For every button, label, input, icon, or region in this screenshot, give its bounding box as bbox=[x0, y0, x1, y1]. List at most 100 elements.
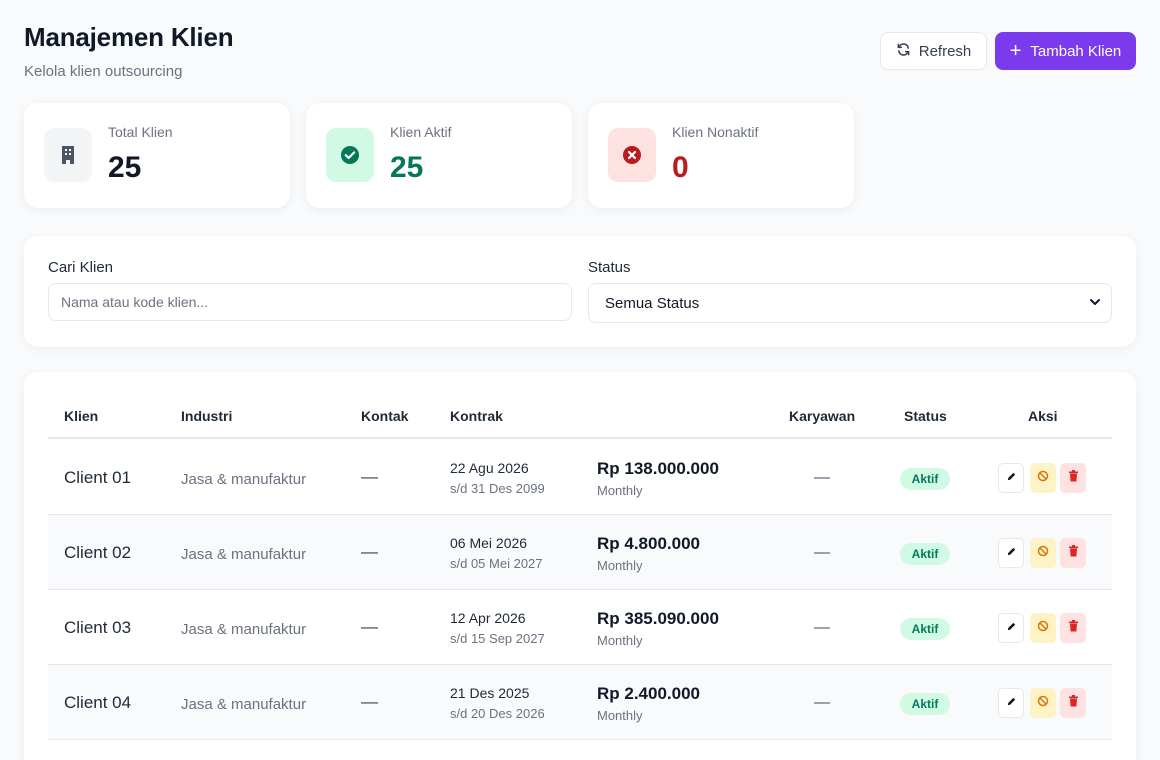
trash-icon bbox=[1068, 544, 1079, 562]
employee-count-empty bbox=[814, 627, 830, 629]
plus-icon: + bbox=[1009, 40, 1022, 62]
column-header-contact: Kontak bbox=[361, 408, 409, 424]
delete-button[interactable] bbox=[1060, 613, 1086, 643]
deactivate-button[interactable] bbox=[1030, 613, 1056, 643]
client-industry: Jasa & manufaktur bbox=[181, 621, 307, 638]
deactivate-button[interactable] bbox=[1030, 463, 1056, 493]
stat-label: Klien Aktif bbox=[390, 124, 452, 140]
page-header: Manajemen Klien Kelola klien outsourcing bbox=[24, 22, 234, 80]
employee-count-empty bbox=[814, 552, 830, 554]
deactivate-button[interactable] bbox=[1030, 688, 1056, 718]
column-header-industry: Industri bbox=[181, 408, 233, 424]
stat-card-total: Total Klien 25 bbox=[24, 103, 290, 208]
contract-amount: Rp 138.000.000 bbox=[597, 459, 719, 478]
table-row[interactable]: Client 01 Jasa & manufaktur — 22 Agu 202… bbox=[48, 440, 1112, 515]
edit-button[interactable] bbox=[998, 538, 1024, 568]
table-header: Klien Industri Kontak Kontrak Karyawan S… bbox=[48, 372, 1112, 439]
ban-icon bbox=[1037, 544, 1049, 562]
employee-count-empty bbox=[814, 477, 830, 479]
clients-table: Klien Industri Kontak Kontrak Karyawan S… bbox=[24, 372, 1136, 760]
refresh-button[interactable]: Refresh bbox=[880, 32, 987, 70]
check-circle-icon bbox=[326, 128, 374, 182]
billing-period: Monthly bbox=[597, 633, 643, 648]
pencil-icon bbox=[1006, 544, 1017, 562]
chevron-down-icon bbox=[1089, 295, 1101, 312]
search-label: Cari Klien bbox=[48, 259, 114, 276]
building-icon bbox=[44, 128, 92, 182]
trash-icon bbox=[1068, 619, 1079, 637]
column-header-client: Klien bbox=[64, 408, 99, 424]
refresh-label: Refresh bbox=[918, 42, 972, 60]
trash-icon bbox=[1068, 694, 1079, 712]
client-contact: — bbox=[361, 467, 378, 486]
filter-panel: Cari Klien Status Semua Status bbox=[24, 236, 1136, 347]
client-industry: Jasa & manufaktur bbox=[181, 696, 307, 713]
contract-end-date: s/d 20 Des 2026 bbox=[450, 706, 545, 721]
column-header-contract: Kontrak bbox=[450, 408, 503, 424]
client-contact: — bbox=[361, 692, 378, 711]
contract-amount: Rp 385.090.000 bbox=[597, 609, 719, 628]
client-industry: Jasa & manufaktur bbox=[181, 471, 307, 488]
status-badge: Aktif bbox=[900, 468, 950, 490]
contract-end-date: s/d 31 Des 2099 bbox=[450, 481, 545, 496]
delete-button[interactable] bbox=[1060, 463, 1086, 493]
page-subtitle: Kelola klien outsourcing bbox=[24, 63, 183, 80]
billing-period: Monthly bbox=[597, 708, 643, 723]
stat-card-active: Klien Aktif 25 bbox=[306, 103, 572, 208]
stat-label: Total Klien bbox=[108, 124, 173, 140]
edit-button[interactable] bbox=[998, 463, 1024, 493]
edit-button[interactable] bbox=[998, 613, 1024, 643]
pencil-icon bbox=[1006, 619, 1017, 637]
status-filter-label: Status bbox=[588, 259, 631, 276]
column-header-employees: Karyawan bbox=[789, 408, 856, 424]
stat-value: 0 bbox=[672, 151, 689, 184]
contract-start-date: 12 Apr 2026 bbox=[450, 610, 526, 626]
client-name: Client 04 bbox=[64, 693, 132, 712]
stat-label: Klien Nonaktif bbox=[672, 124, 759, 140]
client-contact: — bbox=[361, 542, 378, 561]
contract-amount: Rp 4.800.000 bbox=[597, 534, 701, 553]
ban-icon bbox=[1037, 469, 1049, 487]
contract-end-date: s/d 05 Mei 2027 bbox=[450, 556, 543, 571]
employee-count-empty bbox=[814, 702, 830, 704]
table-row[interactable]: Client 03 Jasa & manufaktur — 12 Apr 202… bbox=[48, 590, 1112, 665]
column-header-status: Status bbox=[904, 408, 947, 424]
add-client-label: Tambah Klien bbox=[1030, 42, 1122, 60]
contract-end-date: s/d 15 Sep 2027 bbox=[450, 631, 545, 646]
deactivate-button[interactable] bbox=[1030, 538, 1056, 568]
status-badge: Aktif bbox=[900, 618, 950, 640]
billing-period: Monthly bbox=[597, 558, 643, 573]
search-input[interactable] bbox=[48, 283, 572, 321]
status-select-value: Semua Status bbox=[605, 294, 700, 312]
add-client-button[interactable]: + Tambah Klien bbox=[995, 32, 1136, 70]
client-name: Client 03 bbox=[64, 618, 132, 637]
pencil-icon bbox=[1006, 694, 1017, 712]
pencil-icon bbox=[1006, 469, 1017, 487]
delete-button[interactable] bbox=[1060, 538, 1086, 568]
table-row[interactable]: Client 04 Jasa & manufaktur — 21 Des 202… bbox=[48, 665, 1112, 740]
client-contact: — bbox=[361, 617, 378, 636]
ban-icon bbox=[1037, 619, 1049, 637]
client-name: Client 02 bbox=[64, 543, 132, 562]
stat-value: 25 bbox=[390, 151, 424, 184]
refresh-icon bbox=[896, 42, 911, 61]
column-header-actions: Aksi bbox=[1028, 408, 1058, 424]
ban-icon bbox=[1037, 694, 1049, 712]
delete-button[interactable] bbox=[1060, 688, 1086, 718]
status-badge: Aktif bbox=[900, 693, 950, 715]
client-industry: Jasa & manufaktur bbox=[181, 546, 307, 563]
status-badge: Aktif bbox=[900, 543, 950, 565]
billing-period: Monthly bbox=[597, 483, 643, 498]
x-circle-icon bbox=[608, 128, 656, 182]
contract-start-date: 06 Mei 2026 bbox=[450, 535, 528, 551]
table-row[interactable]: Client 02 Jasa & manufaktur — 06 Mei 202… bbox=[48, 515, 1112, 590]
trash-icon bbox=[1068, 469, 1079, 487]
page-title: Manajemen Klien bbox=[24, 22, 234, 52]
contract-start-date: 22 Agu 2026 bbox=[450, 460, 529, 476]
stat-card-inactive: Klien Nonaktif 0 bbox=[588, 103, 854, 208]
contract-start-date: 21 Des 2025 bbox=[450, 685, 530, 701]
edit-button[interactable] bbox=[998, 688, 1024, 718]
client-name: Client 01 bbox=[64, 468, 132, 487]
stat-value: 25 bbox=[108, 151, 142, 184]
status-select[interactable]: Semua Status bbox=[588, 283, 1112, 323]
